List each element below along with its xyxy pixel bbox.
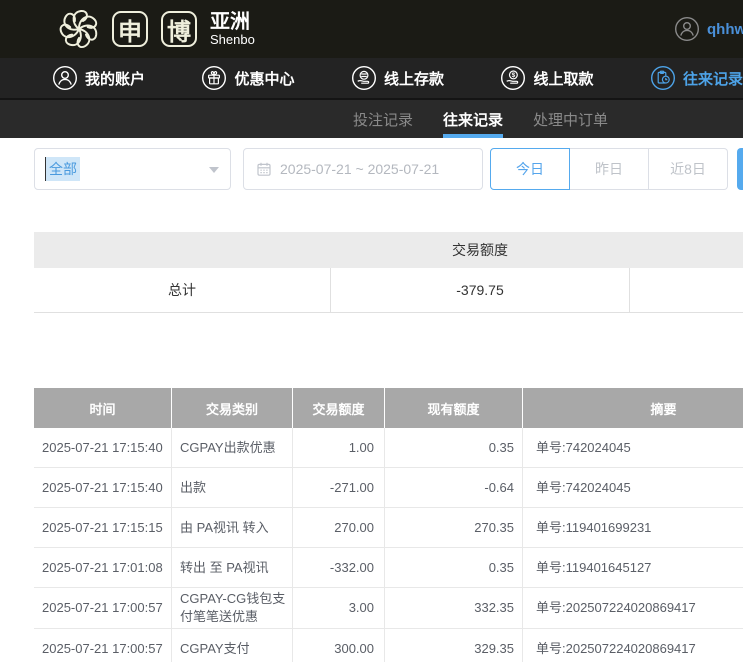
cell-type: CGPAY支付 (172, 629, 293, 662)
type-dropdown-value: 全部 (45, 157, 80, 181)
filter-row: 全部 2025-07-21 ~ 2025-07-21 今日 昨日 近8日 (34, 148, 743, 190)
col-header-note: 摘要 (523, 388, 743, 428)
flower-logo-icon (55, 5, 103, 53)
logo-char-box-2: 博 (161, 11, 197, 47)
summary-total-value: -379.75 (330, 268, 630, 312)
date-range-input[interactable]: 2025-07-21 ~ 2025-07-21 (243, 148, 483, 190)
cell-amount: 1.00 (293, 428, 385, 467)
main-nav: 我的账户 优惠中心 (0, 58, 743, 100)
table-row: 2025-07-21 17:15:40出款-271.00-0.64单号:7420… (34, 468, 743, 508)
sub-nav: 投注记录 往来记录 处理中订单 (0, 100, 743, 138)
col-header-balance: 现有额度 (385, 388, 523, 428)
cell-amount: 270.00 (293, 508, 385, 547)
page: 申 博 亚洲 Shenbo qhhw (0, 0, 743, 662)
yesterday-button[interactable]: 昨日 (570, 148, 649, 190)
transactions-table-body: 2025-07-21 17:15:40CGPAY出款优惠1.000.35单号:7… (34, 428, 743, 662)
table-row: 2025-07-21 17:00:57CGPAY支付300.00329.35单号… (34, 629, 743, 662)
summary-row: 总计 -379.75 (34, 268, 743, 313)
cell-note: 单号:742024045 (523, 428, 743, 467)
nav-item-deposit[interactable]: 线上存款 (351, 65, 444, 91)
transactions-table: 时间 交易类别 交易额度 现有额度 摘要 2025-07-21 17:15:40… (34, 388, 743, 662)
cell-type: 转出 至 PA视讯 (172, 548, 293, 587)
cell-type: 由 PA视讯 转入 (172, 508, 293, 547)
logo-char-box-1: 申 (112, 11, 148, 47)
summary-total-label: 总计 (34, 268, 330, 312)
promo-icon (201, 65, 227, 91)
table-row: 2025-07-21 17:01:08转出 至 PA视讯-332.000.35单… (34, 548, 743, 588)
nav-label: 我的账户 (85, 68, 145, 89)
cell-type: CGPAY出款优惠 (172, 428, 293, 467)
cell-time: 2025-07-21 17:01:08 (34, 548, 172, 587)
account-icon (52, 65, 78, 91)
user-avatar-icon (674, 16, 700, 42)
nav-label: 线上取款 (533, 68, 593, 89)
nav-item-promotions[interactable]: 优惠中心 (201, 65, 294, 91)
nav-label: 往来记录 (683, 68, 743, 89)
cell-note: 单号:119401645127 (523, 548, 743, 587)
cell-balance: 0.35 (385, 428, 523, 467)
cell-time: 2025-07-21 17:15:15 (34, 508, 172, 547)
logo-region-text: 亚洲 Shenbo (210, 12, 255, 47)
logo-region-cn: 亚洲 (210, 12, 255, 33)
cell-time: 2025-07-21 17:15:40 (34, 428, 172, 467)
summary-header-amount: 交易额度 (330, 240, 630, 260)
cell-time: 2025-07-21 17:15:40 (34, 468, 172, 507)
chevron-down-icon (209, 167, 219, 173)
table-row: 2025-07-21 17:15:40CGPAY出款优惠1.000.35单号:7… (34, 428, 743, 468)
date-range-value: 2025-07-21 ~ 2025-07-21 (280, 161, 439, 177)
today-button[interactable]: 今日 (490, 148, 570, 190)
cell-balance: 0.35 (385, 548, 523, 587)
cell-type: 出款 (172, 468, 293, 507)
summary-header: 交易额度 (34, 232, 743, 268)
type-dropdown[interactable]: 全部 (34, 148, 231, 190)
col-header-type: 交易类别 (172, 388, 293, 428)
transactions-table-header: 时间 交易类别 交易额度 现有额度 摘要 (34, 388, 743, 428)
quick-date-buttons: 今日 昨日 近8日 (490, 148, 728, 190)
deposit-icon (351, 65, 377, 91)
tab-betting-records[interactable]: 投注记录 (353, 100, 413, 138)
last8days-button[interactable]: 近8日 (649, 148, 728, 190)
col-header-amount: 交易额度 (293, 388, 385, 428)
col-header-time: 时间 (34, 388, 172, 428)
summary-empty-cell (630, 268, 743, 312)
cell-note: 单号:119401699231 (523, 508, 743, 547)
nav-label: 线上存款 (384, 68, 444, 89)
cell-note: 单号:742024045 (523, 468, 743, 507)
nav-label: 优惠中心 (234, 68, 294, 89)
cell-balance: 332.35 (385, 588, 523, 628)
records-icon (650, 65, 676, 91)
cell-amount: -271.00 (293, 468, 385, 507)
cell-type: CGPAY-CG钱包支付笔笔送优惠 (172, 588, 293, 628)
top-header: 申 博 亚洲 Shenbo qhhw (0, 0, 743, 58)
logo-brand-en: Shenbo (210, 33, 255, 47)
user-area[interactable]: qhhw (674, 0, 743, 58)
cell-balance: -0.64 (385, 468, 523, 507)
cell-amount: 300.00 (293, 629, 385, 662)
cell-note: 单号:202507224020869417 (523, 629, 743, 662)
calendar-icon (256, 161, 272, 177)
cell-time: 2025-07-21 17:00:57 (34, 588, 172, 628)
cell-amount: -332.00 (293, 548, 385, 587)
tab-pending-orders[interactable]: 处理中订单 (533, 100, 608, 138)
table-row: 2025-07-21 17:15:15由 PA视讯 转入270.00270.35… (34, 508, 743, 548)
nav-item-records[interactable]: 往来记录 (650, 65, 743, 91)
withdraw-icon: $ (500, 65, 526, 91)
cell-time: 2025-07-21 17:00:57 (34, 629, 172, 662)
search-button[interactable] (737, 148, 743, 190)
cell-note: 单号:202507224020869417 (523, 588, 743, 628)
cell-balance: 329.35 (385, 629, 523, 662)
summary-table: 交易额度 总计 -379.75 (34, 232, 743, 313)
nav-item-account[interactable]: 我的账户 (52, 65, 145, 91)
cell-balance: 270.35 (385, 508, 523, 547)
brand-logo[interactable]: 申 博 亚洲 Shenbo (55, 5, 255, 53)
nav-item-withdraw[interactable]: $ 线上取款 (500, 65, 593, 91)
svg-text:$: $ (512, 72, 516, 79)
table-row: 2025-07-21 17:00:57CGPAY-CG钱包支付笔笔送优惠3.00… (34, 588, 743, 629)
username: qhhw (707, 21, 743, 38)
tab-transaction-records[interactable]: 往来记录 (443, 100, 503, 138)
cell-amount: 3.00 (293, 588, 385, 628)
